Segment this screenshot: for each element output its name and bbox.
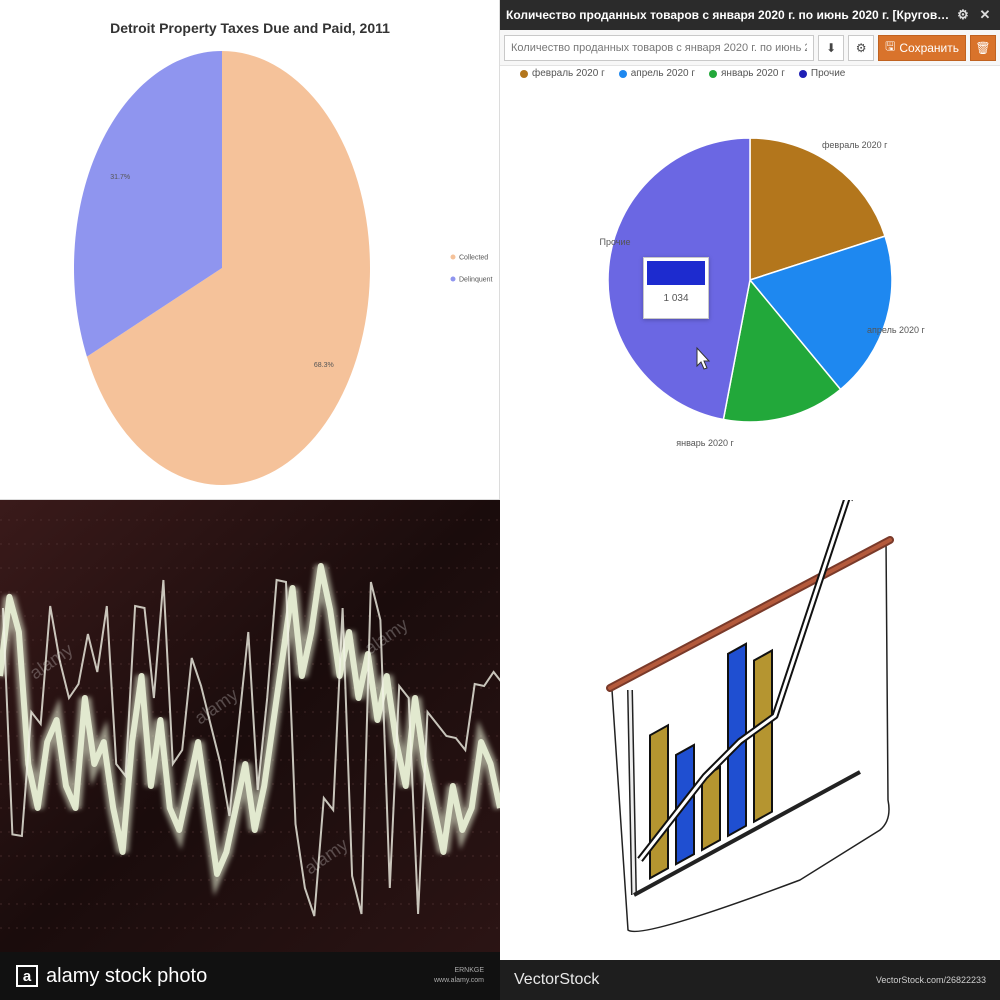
pie-slice[interactable]: [748, 235, 893, 391]
mouse-cursor-icon: [696, 346, 711, 370]
window-titlebar: Количество проданных товаров с января 20…: [500, 0, 1000, 30]
vectorstock-url: VectorStock.com/26822233: [875, 975, 986, 985]
vectorstock-footer: VectorStock VectorStock.com/26822233: [500, 960, 1000, 1000]
chart-title: Detroit Property Taxes Due and Paid, 201…: [110, 20, 390, 36]
save-icon: 🖫: [885, 39, 896, 53]
tooltip-value: 1 034: [663, 293, 689, 304]
trash-icon[interactable]: 🗑: [970, 34, 996, 61]
bar: [649, 723, 669, 880]
detroit-pie-chart-panel: Detroit Property Taxes Due and Paid, 201…: [0, 0, 500, 500]
legend-label: январь 2020 г: [721, 68, 785, 79]
pie-slice-label: Прочие: [599, 237, 630, 247]
legend-marker: [798, 69, 807, 78]
pie-slice[interactable]: [749, 137, 886, 282]
legend-marker: [450, 276, 456, 282]
legend-item[interactable]: февраль 2020 г: [520, 68, 605, 79]
board-top-rail-highlight: [608, 538, 892, 690]
image-id: ERNKGE: [454, 967, 484, 974]
bars: [649, 642, 773, 880]
legend-label: Collected: [459, 255, 488, 262]
vectorstock-brand: VectorStock: [514, 971, 600, 988]
alamy-footer: a alamy stock photo ERNKGE www.alamy.com: [0, 952, 500, 1000]
legend-label: Прочие: [810, 68, 846, 79]
pie-slice-label: январь 2020 г: [676, 438, 734, 448]
legend-item[interactable]: апрель 2020 г: [618, 68, 695, 79]
pie-slice-label: февраль 2020 г: [822, 140, 888, 150]
gear-icon[interactable]: ⚙: [954, 7, 972, 23]
download-icon[interactable]: ⬇: [818, 34, 845, 61]
chart-title-input[interactable]: [504, 34, 815, 61]
save-label: Сохранить: [899, 40, 959, 55]
bar: [753, 648, 773, 824]
window-title: Количество проданных товаров с января 20…: [506, 8, 950, 22]
legend-label: февраль 2020 г: [532, 68, 605, 79]
close-icon[interactable]: ✕: [976, 7, 994, 23]
stock-line-chart-photo: alamy alamy alamy alamy a alamy stock photo…: [0, 500, 500, 1000]
presentation-board-illustration: VectorStock VectorStock.com/26822233: [500, 500, 1000, 1000]
settings-icon[interactable]: ⚙: [848, 34, 875, 61]
legend-marker: [450, 254, 456, 260]
alamy-logo-icon: a: [16, 965, 38, 987]
legend-item[interactable]: январь 2020 г: [709, 68, 785, 79]
trend-arrow: [637, 500, 853, 862]
pie-value-label: 31.7%: [110, 174, 130, 181]
board-svg: [606, 500, 894, 933]
tooltip-header: [647, 261, 705, 285]
legend-label: апрель 2020 г: [630, 68, 695, 79]
pie-value-label: 68.3%: [314, 362, 334, 369]
legend-item[interactable]: Прочие: [798, 68, 846, 79]
legend-marker: [520, 69, 528, 78]
save-button[interactable]: 🖫 Сохранить: [878, 34, 966, 61]
sales-pie-chart-window: Количество проданных товаров с января 20…: [500, 0, 1000, 500]
pie-slices: [74, 51, 371, 486]
legend-label: Delinquent: [459, 277, 493, 284]
toolbar: ⬇ ⚙ 🖫Сохранить 🗑: [500, 30, 1000, 66]
legend-marker: [618, 69, 627, 78]
alamy-brand: alamy stock photo: [46, 964, 208, 987]
image-meta: ERNKGE www.alamy.com: [434, 966, 484, 986]
site-url: www.alamy.com: [433, 977, 484, 984]
legend: февраль 2020 г апрель 2020 г январь 2020 г…: [520, 68, 845, 79]
legend: Collected Delinquent: [450, 254, 493, 284]
detroit-pie-svg: Detroit Property Taxes Due and Paid, 201…: [74, 20, 493, 486]
pie-slice-label: апрель 2020 г: [867, 325, 926, 335]
tooltip: 1 034: [643, 257, 709, 319]
stock-line-svg: alamyalamyalamyalamy: [0, 500, 500, 952]
pie-slice[interactable]: [722, 278, 842, 423]
legend-marker: [709, 69, 717, 78]
